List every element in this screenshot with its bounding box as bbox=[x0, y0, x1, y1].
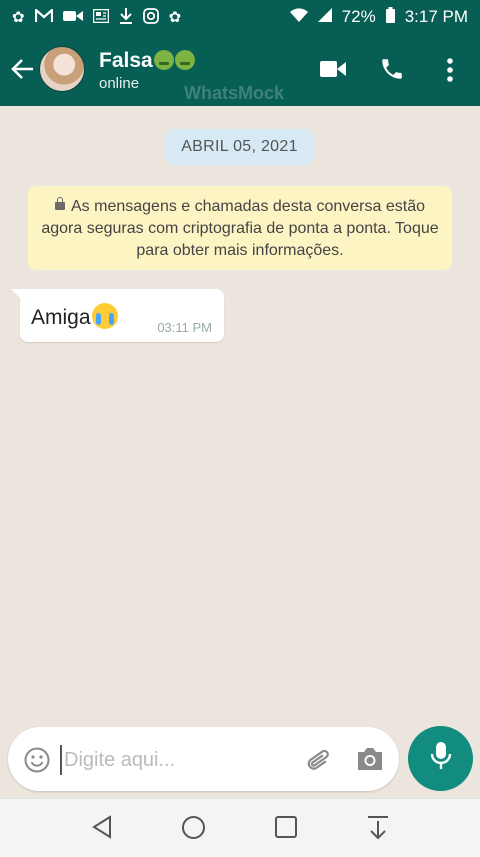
mic-button[interactable] bbox=[408, 726, 473, 791]
avatar[interactable] bbox=[39, 46, 85, 92]
clock: 3:17 PM bbox=[404, 7, 468, 26]
chat-area[interactable]: ABRIL 05, 2021 As mensagens e chamadas d… bbox=[0, 106, 480, 796]
battery-icon bbox=[385, 6, 395, 28]
mic-icon bbox=[430, 741, 452, 776]
status-bar: ✿ ✿ 72% 3:17 PM bbox=[0, 0, 480, 34]
home-circle-icon[interactable] bbox=[181, 815, 206, 845]
back-triangle-icon[interactable] bbox=[91, 815, 113, 844]
sick-face-emoji-icon bbox=[174, 50, 195, 70]
battery-percent: 72% bbox=[341, 7, 376, 26]
composer bbox=[8, 727, 399, 791]
status-system: 72% 3:17 PM bbox=[289, 6, 468, 28]
more-vertical-icon[interactable] bbox=[446, 57, 454, 88]
lock-icon bbox=[55, 197, 65, 210]
contact-name[interactable]: Falsa bbox=[99, 49, 195, 73]
system-nav-bar bbox=[0, 798, 480, 857]
status-notifications: ✿ ✿ bbox=[12, 7, 182, 27]
message-bubble[interactable]: Amiga 03:11 PM bbox=[11, 289, 224, 342]
crying-face-emoji-icon bbox=[91, 303, 118, 329]
camera-icon[interactable] bbox=[355, 745, 385, 778]
pull-down-icon[interactable] bbox=[366, 815, 390, 846]
news-icon bbox=[92, 8, 109, 26]
gmail-icon bbox=[34, 7, 53, 26]
contact-name-text: Falsa bbox=[99, 49, 153, 72]
app-notification-icon: ✿ bbox=[12, 8, 25, 26]
encryption-notice-text: As mensagens e chamadas desta conversa e… bbox=[41, 198, 439, 259]
wifi-icon bbox=[289, 7, 308, 27]
phone-icon[interactable] bbox=[379, 56, 405, 87]
video-call-icon[interactable] bbox=[320, 59, 346, 84]
message-time: 03:11 PM bbox=[157, 320, 212, 335]
app-notification-icon: ✿ bbox=[168, 8, 182, 26]
back-arrow-icon[interactable] bbox=[10, 56, 36, 82]
encryption-notice[interactable]: As mensagens e chamadas desta conversa e… bbox=[28, 186, 452, 270]
chat-header: Falsa online WhatsMock bbox=[0, 34, 480, 106]
message-text: Amiga bbox=[31, 303, 118, 330]
download-icon bbox=[119, 7, 133, 27]
sick-face-emoji-icon bbox=[153, 50, 174, 70]
message-text-content: Amiga bbox=[31, 306, 91, 329]
signal-icon bbox=[317, 7, 332, 27]
recents-square-icon[interactable] bbox=[274, 815, 298, 844]
attach-icon[interactable] bbox=[304, 745, 334, 780]
video-icon bbox=[62, 10, 83, 25]
emoji-icon[interactable] bbox=[24, 747, 50, 778]
watermark: WhatsMock bbox=[184, 83, 285, 103]
instagram-icon bbox=[142, 7, 159, 27]
contact-status: online bbox=[99, 75, 140, 92]
message-input[interactable] bbox=[60, 745, 296, 775]
date-chip: ABRIL 05, 2021 bbox=[166, 129, 313, 165]
